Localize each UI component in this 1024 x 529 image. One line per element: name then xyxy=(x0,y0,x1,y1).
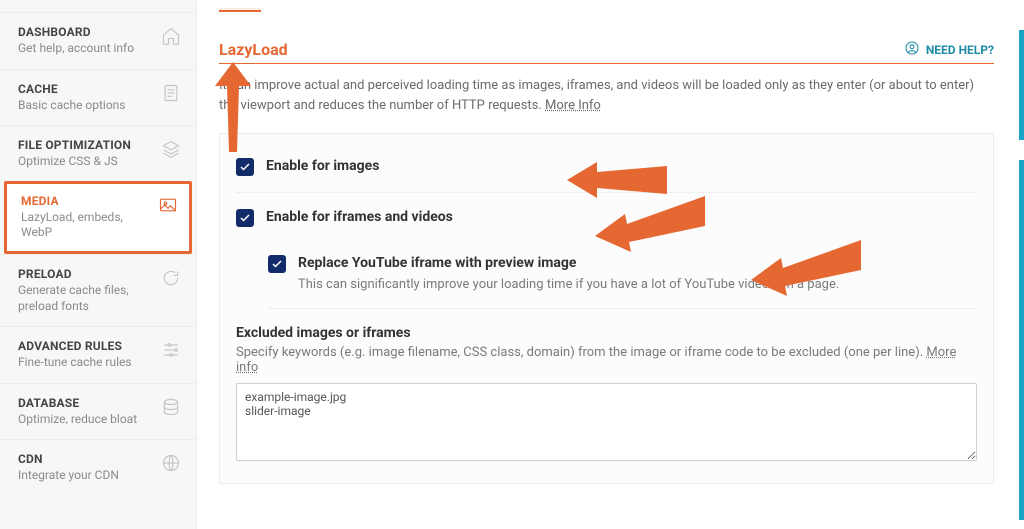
sidebar: ⌄ DASHBOARD Get help, account info CACHE… xyxy=(0,0,197,529)
option-enable-iframes[interactable]: Enable for iframes and videos xyxy=(236,193,977,243)
sidebar-item-dashboard[interactable]: DASHBOARD Get help, account info xyxy=(0,12,196,69)
database-icon xyxy=(160,396,182,418)
option-sublabel: This can significantly improve your load… xyxy=(298,277,839,292)
excluded-title: Excluded images or iframes xyxy=(236,325,977,341)
option-label: Enable for iframes and videos xyxy=(266,209,453,225)
sidebar-item-label: CDN xyxy=(18,452,152,466)
sidebar-item-sub: Basic cache options xyxy=(18,98,152,114)
section-header: LazyLoad NEED HELP? xyxy=(219,40,994,64)
more-info-link[interactable]: More Info xyxy=(545,98,601,113)
sidebar-item-file-optimization[interactable]: FILE OPTIMIZATION Optimize CSS & JS xyxy=(0,125,196,182)
sidebar-item-sub: Get help, account info xyxy=(18,41,152,57)
scroll-accent xyxy=(1019,30,1024,140)
globe-icon xyxy=(160,452,182,474)
sidebar-item-label: MEDIA xyxy=(21,194,149,208)
sidebar-item-sub: Optimize CSS & JS xyxy=(18,154,152,170)
option-replace-youtube[interactable]: Replace YouTube iframe with preview imag… xyxy=(268,243,977,309)
help-icon xyxy=(904,40,920,59)
sidebar-item-advanced-rules[interactable]: ADVANCED RULES Fine-tune cache rules xyxy=(0,326,196,383)
brand-accent-icon: ⌄ xyxy=(22,2,50,6)
section-title: LazyLoad xyxy=(219,40,288,59)
option-label: Replace YouTube iframe with preview imag… xyxy=(298,255,839,271)
active-tab-underline xyxy=(219,8,261,12)
sidebar-item-label: ADVANCED RULES xyxy=(18,339,152,353)
excluded-block: Excluded images or iframes Specify keywo… xyxy=(236,325,977,465)
need-help-link[interactable]: NEED HELP? xyxy=(904,40,994,59)
excluded-desc: Specify keywords (e.g. image filename, C… xyxy=(236,345,977,375)
refresh-icon xyxy=(160,267,182,289)
sidebar-item-sub: Generate cache files, preload fonts xyxy=(18,283,152,314)
image-icon xyxy=(157,194,179,216)
sidebar-item-sub: Integrate your CDN xyxy=(18,468,152,484)
sidebar-item-label: FILE OPTIMIZATION xyxy=(18,138,152,152)
main-content: LazyLoad NEED HELP? It can improve actua… xyxy=(197,0,1024,529)
sidebar-item-sub: Fine-tune cache rules xyxy=(18,355,152,371)
sidebar-item-label: DASHBOARD xyxy=(18,25,152,39)
layers-icon xyxy=(160,138,182,160)
document-icon xyxy=(160,82,182,104)
option-enable-images[interactable]: Enable for images xyxy=(236,152,977,193)
sidebar-item-media[interactable]: MEDIA LazyLoad, embeds, WebP xyxy=(4,181,192,254)
checkbox-replace-youtube[interactable] xyxy=(268,255,286,273)
excluded-textarea[interactable] xyxy=(236,383,977,461)
option-label: Enable for images xyxy=(266,158,379,174)
sidebar-item-sub: Optimize, reduce bloat xyxy=(18,412,152,428)
sidebar-item-cdn[interactable]: CDN Integrate your CDN xyxy=(0,439,196,496)
scroll-accent xyxy=(1019,160,1024,520)
sidebar-item-cache[interactable]: CACHE Basic cache options xyxy=(0,69,196,126)
sidebar-item-preload[interactable]: PRELOAD Generate cache files, preload fo… xyxy=(0,254,196,326)
sidebar-item-label: PRELOAD xyxy=(18,267,152,281)
sidebar-item-label: CACHE xyxy=(18,82,152,96)
options-panel: Enable for images Enable for iframes and… xyxy=(219,133,994,484)
sliders-icon xyxy=(160,339,182,361)
checkbox-enable-iframes[interactable] xyxy=(236,209,254,227)
section-description: It can improve actual and perceived load… xyxy=(219,76,994,115)
sidebar-item-database[interactable]: DATABASE Optimize, reduce bloat xyxy=(0,383,196,440)
help-label: NEED HELP? xyxy=(926,43,994,57)
checkbox-enable-images[interactable] xyxy=(236,158,254,176)
home-icon xyxy=(160,25,182,47)
sidebar-item-label: DATABASE xyxy=(18,396,152,410)
sidebar-item-sub: LazyLoad, embeds, WebP xyxy=(21,210,149,241)
